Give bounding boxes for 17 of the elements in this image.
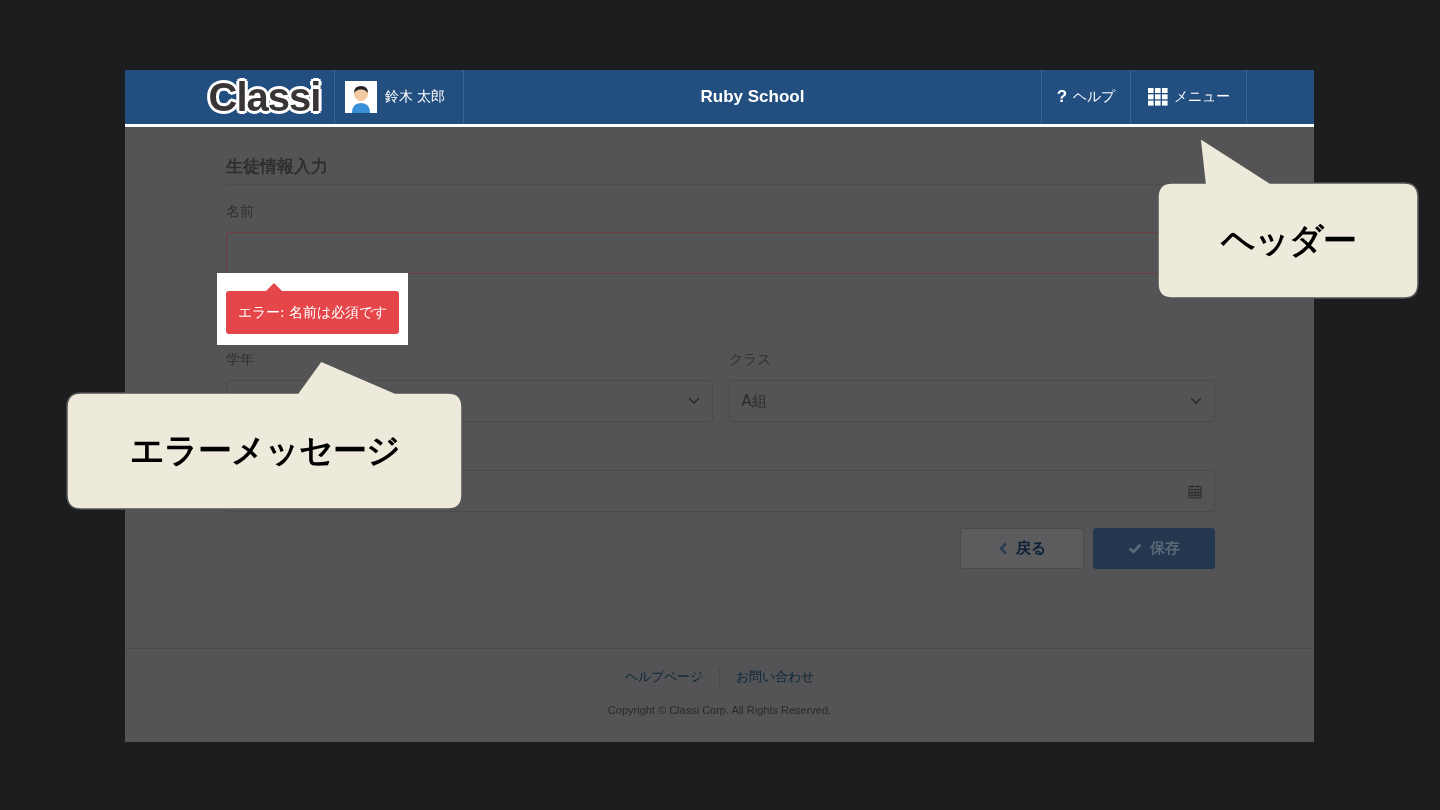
menu-button[interactable]: メニュー <box>1131 70 1247 124</box>
callout-text: ヘッダー <box>1220 218 1356 262</box>
chevron-down-icon <box>1190 397 1202 405</box>
calendar-icon <box>1188 483 1202 499</box>
footer-link[interactable]: お問い合わせ <box>719 668 830 686</box>
chevron-down-icon <box>687 397 700 405</box>
tooltip-pointer <box>266 283 282 291</box>
grid-icon <box>1147 88 1168 106</box>
help-button[interactable]: ? ヘルプ <box>1042 70 1131 124</box>
logo[interactable]: Classi <box>208 74 321 120</box>
callout-text: エラーメッセージ <box>129 429 400 472</box>
check-icon <box>1128 543 1142 554</box>
user-name[interactable]: 鈴木 太郎 <box>385 88 446 106</box>
school-name: Ruby School <box>700 87 805 107</box>
back-button[interactable]: 戻る <box>960 528 1084 569</box>
avatar-icon <box>345 81 377 113</box>
chevron-left-icon <box>998 542 1008 555</box>
